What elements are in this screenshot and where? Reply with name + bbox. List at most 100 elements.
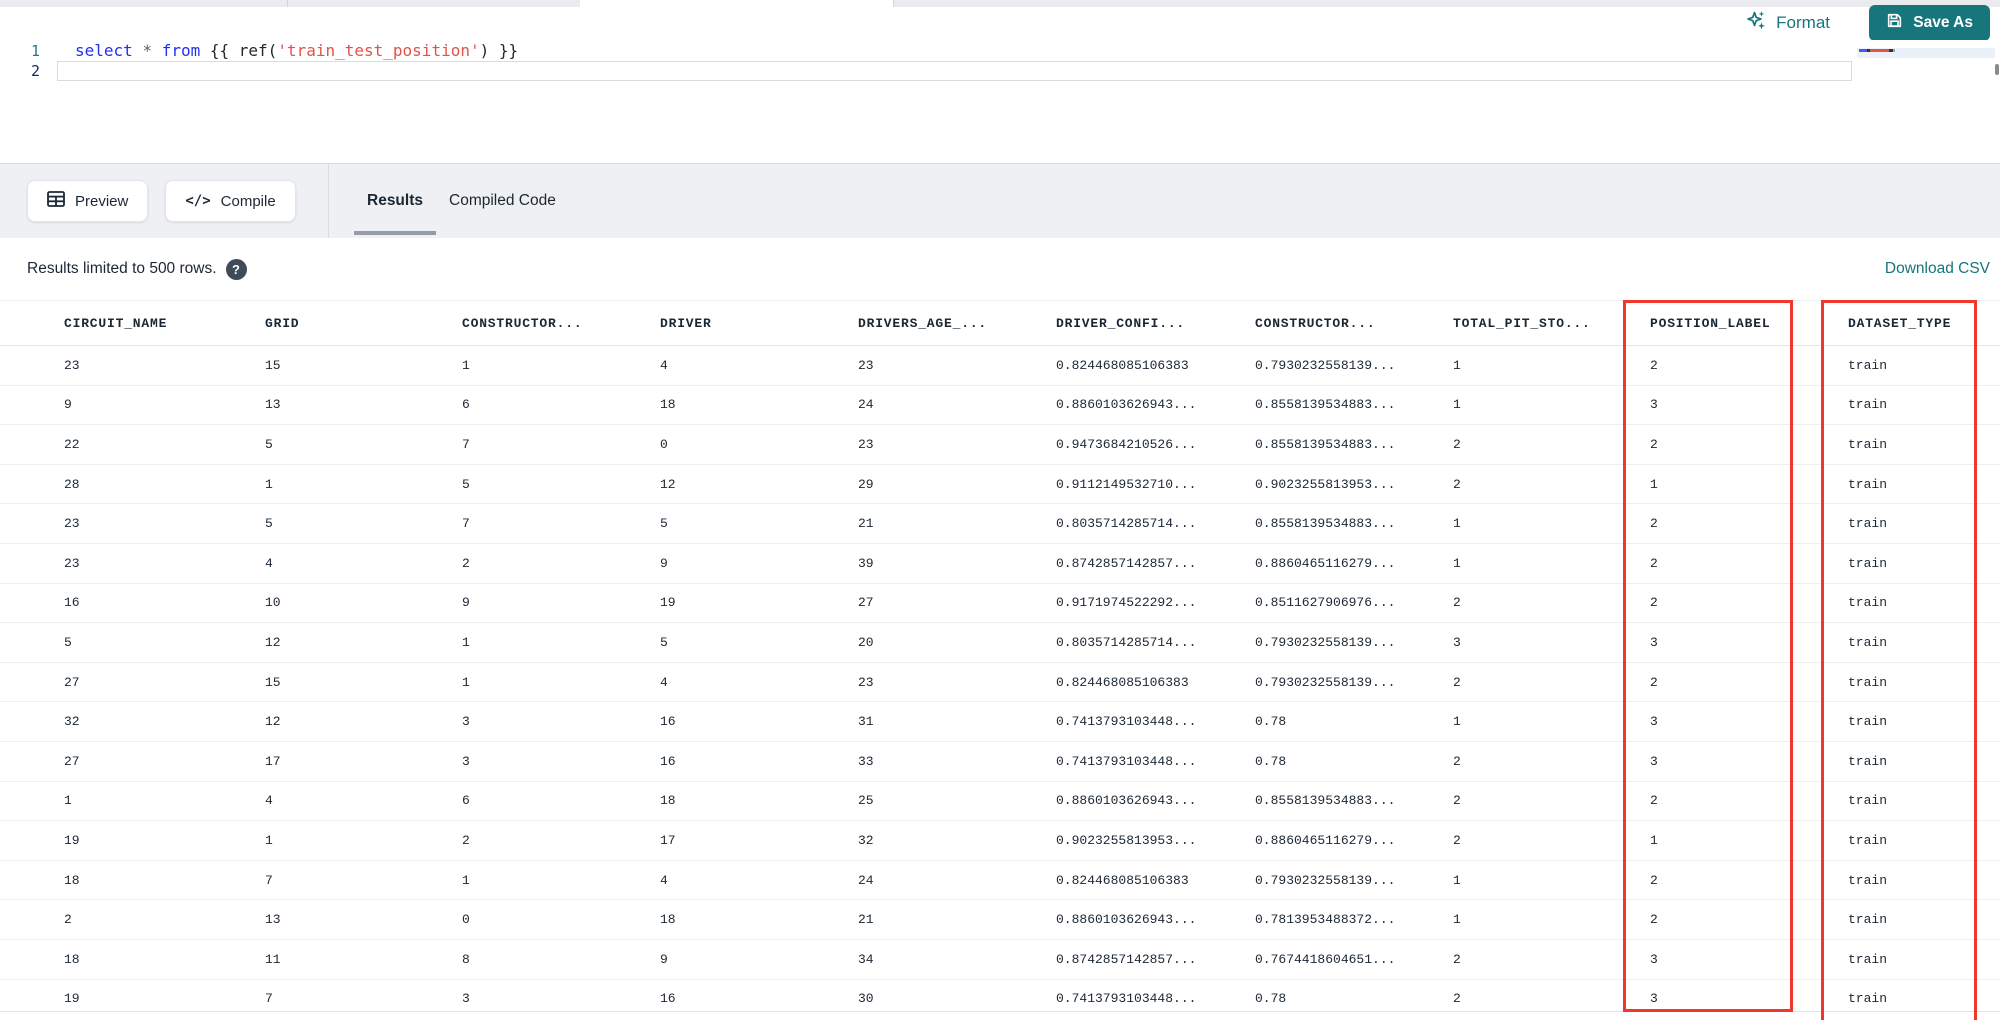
table-cell: 2	[462, 555, 470, 571]
download-csv-link[interactable]: Download CSV	[1885, 260, 1990, 278]
table-cell: 1	[462, 674, 470, 690]
table-cell: 9	[660, 555, 668, 571]
table-grid-icon	[47, 191, 65, 211]
table-cell: 5	[64, 634, 72, 650]
column-header: POSITION_LABEL	[1650, 315, 1771, 331]
table-cell: 13	[265, 397, 281, 413]
table-cell: 5	[660, 516, 668, 532]
table-cell: 0.9112149532710...	[1056, 476, 1197, 492]
table-cell: 0.78	[1255, 753, 1287, 769]
column-header: CONSTRUCTOR...	[1255, 315, 1376, 331]
table-cell: 1	[1453, 872, 1461, 888]
table-cell: 2	[1453, 436, 1461, 452]
column-header: DRIVER	[660, 315, 712, 331]
table-row: 1 4 6 18 25 0.8860103626943... 0.8558139534883…	[0, 781, 2000, 822]
table-cell: 0	[660, 436, 668, 452]
sql-string: 'train_test_position'	[277, 41, 480, 60]
table-cell: 0.9473684210526...	[1056, 436, 1197, 452]
editor-scrollbar[interactable]	[1995, 64, 1999, 75]
table-cell: 3	[1650, 951, 1658, 967]
line-number-gutter: 1 2	[0, 41, 40, 81]
tab-results[interactable]: Results	[354, 164, 436, 238]
table-cell: train	[1848, 516, 1888, 532]
table-cell: 0.824468085106383	[1056, 357, 1189, 373]
table-cell: 1	[1453, 912, 1461, 928]
tab-divider	[893, 0, 894, 7]
table-row: 23 5 7 5 21 0.8035714285714... 0.8558139534883…	[0, 504, 2000, 544]
table-cell: 0.824468085106383	[1056, 674, 1189, 690]
table-cell: 4	[265, 555, 273, 571]
question-circle-icon[interactable]: ?	[225, 258, 247, 280]
table-cell: 1	[462, 872, 470, 888]
editor-file-tab[interactable]	[580, 0, 893, 7]
table-cell: 1	[265, 832, 273, 848]
table-cell: 0.9023255813953...	[1255, 476, 1396, 492]
table-cell: 33	[858, 753, 874, 769]
table-cell: 0.7930232558139...	[1255, 634, 1396, 650]
table-cell: 0.8860465116279...	[1255, 555, 1396, 571]
jinja-function: ref(	[238, 41, 278, 60]
table-cell: 3	[1650, 397, 1658, 413]
table-cell: train	[1848, 436, 1888, 452]
compile-button-label: Compile	[220, 192, 276, 210]
table-cell: 3	[462, 753, 470, 769]
table-cell: 1	[1453, 357, 1461, 373]
editor-minimap[interactable]	[1857, 48, 1995, 58]
table-cell: 2	[1453, 595, 1461, 611]
jinja-delimiter: ) }}	[479, 41, 519, 60]
table-cell: 2	[1650, 555, 1658, 571]
format-button[interactable]: Format	[1746, 5, 1830, 41]
code-line-1[interactable]: select * from {{ ref('train_test_positio…	[75, 41, 518, 61]
results-limit-text: Results limited to 500 rows.	[27, 260, 217, 277]
table-row: 9 13 6 18 24 0.8860103626943... 0.855813953488…	[0, 385, 2000, 426]
table-cell: 2	[1650, 912, 1658, 928]
table-cell: train	[1848, 397, 1888, 413]
table-row: 22 5 7 0 23 0.9473684210526... 0.8558139534883…	[0, 425, 2000, 465]
results-tabs: Results Compiled Code	[329, 164, 569, 238]
table-cell: train	[1848, 634, 1888, 650]
table-row: 19 7 3 16 30 0.7413793103448... 0.78 2 3 train	[0, 979, 2000, 1011]
table-cell: 15	[265, 674, 281, 690]
table-cell: 0.8742857142857...	[1056, 951, 1197, 967]
table-cell: train	[1848, 872, 1888, 888]
table-row: 27 15 1 4 23 0.824468085106383 0.7930232558139…	[0, 662, 2000, 703]
compile-button[interactable]: </> Compile	[165, 180, 296, 222]
table-cell: 5	[265, 436, 273, 452]
table-cell: 2	[1650, 436, 1658, 452]
table-cell: 30	[858, 991, 874, 1007]
table-cell: 2	[1453, 476, 1461, 492]
table-cell: 4	[660, 357, 668, 373]
table-cell: 0.7930232558139...	[1255, 674, 1396, 690]
table-cell: 17	[265, 753, 281, 769]
sql-editor[interactable]: 1 2 select * from {{ ref('train_test_pos…	[0, 40, 2000, 163]
table-cell: 10	[265, 595, 281, 611]
table-cell: 18	[660, 793, 676, 809]
table-cell: 2	[1453, 753, 1461, 769]
tab-compiled-code[interactable]: Compiled Code	[436, 164, 569, 238]
table-cell: 3	[1650, 991, 1658, 1007]
table-cell: 23	[858, 357, 874, 373]
column-header: TOTAL_PIT_STO...	[1453, 315, 1591, 331]
table-cell: 2	[1650, 595, 1658, 611]
table-cell: 0.7413793103448...	[1056, 991, 1197, 1007]
table-cell: 2	[1650, 872, 1658, 888]
preview-button[interactable]: Preview	[27, 180, 149, 222]
table-cell: 16	[660, 714, 676, 730]
table-row: 27 17 3 16 33 0.7413793103448... 0.78 2 3 train	[0, 741, 2000, 782]
format-button-label: Format	[1776, 13, 1830, 32]
table-cell: 27	[64, 753, 80, 769]
table-cell: train	[1848, 357, 1888, 373]
table-cell: 0.8558139534883...	[1255, 516, 1396, 532]
save-as-button[interactable]: Save As	[1869, 5, 1990, 41]
table-cell: 11	[265, 951, 281, 967]
jinja-delimiter: {{	[200, 41, 239, 60]
table-cell: 34	[858, 951, 874, 967]
table-cell: 1	[462, 357, 470, 373]
column-header: DATASET_TYPE	[1848, 315, 1952, 331]
table-cell: 0.9171974522292...	[1056, 595, 1197, 611]
table-cell: 0.824468085106383	[1056, 872, 1189, 888]
table-cell: 1	[462, 634, 470, 650]
table-cell: 7	[462, 516, 470, 532]
table-cell: 2	[1650, 674, 1658, 690]
